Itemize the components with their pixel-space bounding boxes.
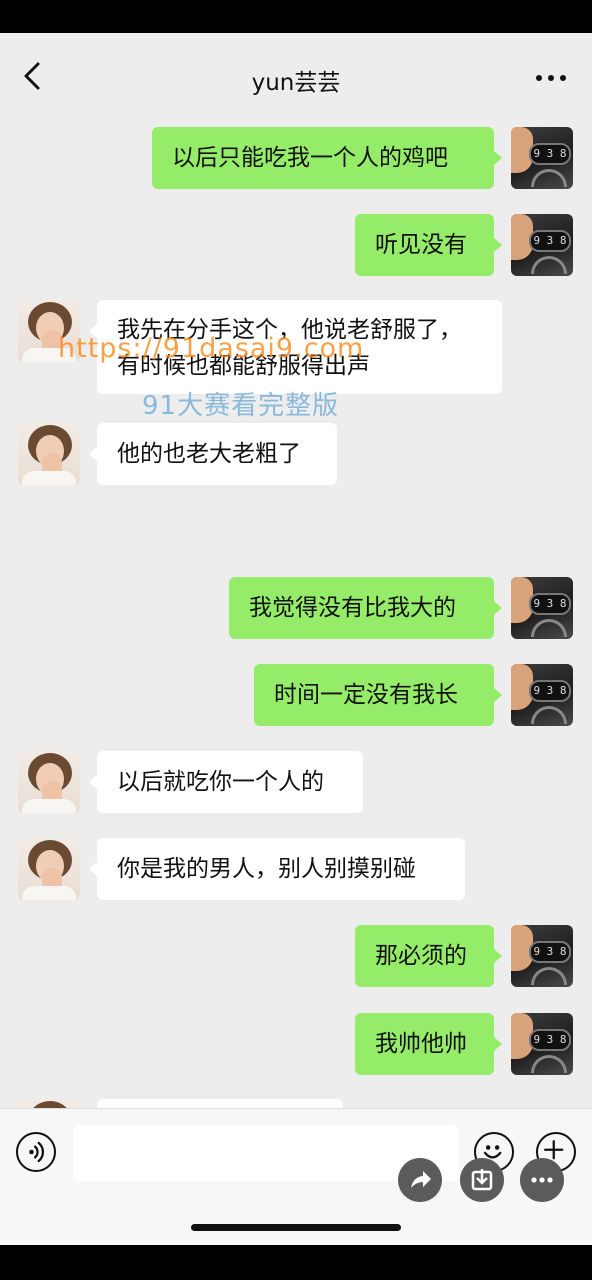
share-icon[interactable] <box>398 1158 442 1202</box>
message-bubble[interactable]: 那必须的 <box>355 925 494 987</box>
bubble-tail <box>494 151 502 165</box>
message-row: 那必须的 9 3 8 <box>0 925 592 987</box>
avatar-self[interactable]: 9 3 8 <box>511 925 573 987</box>
message-text: 他的也老大老粗了 <box>117 441 301 467</box>
avatar-self[interactable]: 9 3 8 <box>511 577 573 639</box>
voice-icon[interactable] <box>16 1132 56 1172</box>
chat-screen: yun芸芸 以后只能吃我一个人的鸡吧 9 3 8 听见没有 9 3 8 我先在分… <box>0 33 592 1245</box>
download-icon[interactable] <box>460 1158 504 1202</box>
message-bubble[interactable]: 时间一定没有我长 <box>254 664 494 726</box>
message-text: 你是我的男人，别人别摸别碰 <box>117 856 416 882</box>
avatar-self[interactable]: 9 3 8 <box>511 127 573 189</box>
avatar-self[interactable]: 9 3 8 <box>511 1013 573 1075</box>
message-text: 听见没有 <box>375 232 467 258</box>
message-bubble[interactable]: 以后就吃你一个人的 <box>97 751 363 813</box>
home-indicator[interactable] <box>191 1224 401 1231</box>
message-row: 以后就吃你一个人的 <box>0 751 592 813</box>
message-bubble[interactable]: 我帅他帅 <box>355 1013 494 1075</box>
message-text: 时间一定没有我长 <box>274 682 458 708</box>
avatar-contact[interactable] <box>18 423 80 485</box>
more-icon[interactable] <box>536 75 566 83</box>
message-row: 时间一定没有我长 9 3 8 <box>0 664 592 726</box>
message-bubble[interactable]: 你是我的男人，别人别摸别碰 <box>97 838 465 900</box>
bubble-tail <box>494 1037 502 1051</box>
message-bubble[interactable]: 他的也老大老粗了 <box>97 423 337 485</box>
watermark-text: 91大赛看完整版 <box>142 391 340 421</box>
message-row: 以后只能吃我一个人的鸡吧 9 3 8 <box>0 127 592 189</box>
watermark-url: https://91dasai9.com <box>58 333 365 364</box>
message-row: 听见没有 9 3 8 <box>0 214 592 276</box>
message-row: 你是我的男人，别人别摸别碰 <box>0 838 592 900</box>
bubble-tail <box>494 238 502 252</box>
message-bubble[interactable]: 听见没有 <box>355 214 494 276</box>
message-bubble[interactable]: 我觉得没有比我大的 <box>229 577 494 639</box>
message-text: 那必须的 <box>375 943 467 969</box>
avatar-self[interactable]: 9 3 8 <box>511 664 573 726</box>
avatar-contact[interactable] <box>18 751 80 813</box>
bubble-tail <box>89 447 97 461</box>
chat-title: yun芸芸 <box>251 70 341 96</box>
bubble-tail <box>494 601 502 615</box>
avatar-contact[interactable] <box>18 838 80 900</box>
more-options-icon[interactable] <box>520 1158 564 1202</box>
bubble-tail <box>89 862 97 876</box>
message-row: 我觉得没有比我大的 9 3 8 <box>0 577 592 639</box>
message-text: 以后只能吃我一个人的鸡吧 <box>172 145 448 171</box>
bubble-tail <box>89 775 97 789</box>
message-bubble[interactable]: 以后只能吃我一个人的鸡吧 <box>152 127 494 189</box>
avatar-self[interactable]: 9 3 8 <box>511 214 573 276</box>
bubble-tail <box>494 688 502 702</box>
message-text: 以后就吃你一个人的 <box>117 769 324 795</box>
message-row: 他的也老大老粗了 <box>0 423 592 485</box>
message-text: 我觉得没有比我大的 <box>249 595 456 621</box>
chat-header: yun芸芸 <box>0 33 592 111</box>
bubble-tail <box>494 949 502 963</box>
message-row: 我帅他帅 9 3 8 <box>0 1013 592 1075</box>
message-text: 我帅他帅 <box>375 1031 467 1057</box>
